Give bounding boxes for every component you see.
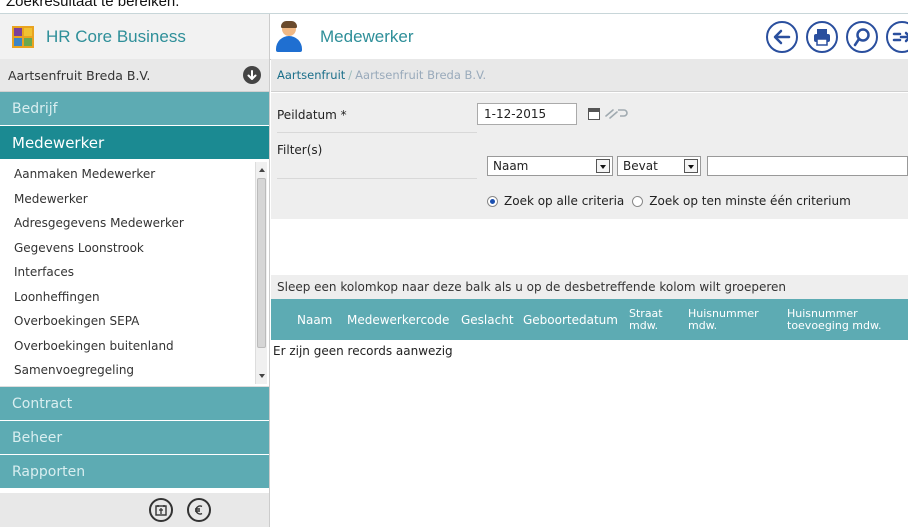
breadcrumb-link[interactable]: Aartsenfruit <box>277 68 345 82</box>
filter-label: Filter(s) <box>277 143 323 157</box>
chevron-down-icon[interactable] <box>684 159 698 173</box>
exit-icon[interactable] <box>886 20 908 53</box>
sidebar-item-overboekingen-buitenland[interactable]: Overboekingen buitenland <box>0 334 269 359</box>
sidebar: Aartsenfruit Breda B.V. Bedrijf Medewerk… <box>0 59 270 527</box>
sidebar-scrollbar[interactable] <box>255 162 267 384</box>
filter-field-value: Naam <box>493 159 529 173</box>
salary-icon[interactable] <box>148 498 173 522</box>
employee-avatar-icon <box>276 20 302 52</box>
company-selector[interactable]: Aartsenfruit Breda B.V. <box>0 59 269 92</box>
peildatum-label: Peildatum * <box>277 108 347 122</box>
filter-panel: Peildatum * 1-12-2015 Filter(s) Naam Bev… <box>271 93 908 219</box>
filter-operator-select[interactable]: Bevat <box>617 156 701 176</box>
sidebar-item-interfaces[interactable]: Interfaces <box>0 260 269 285</box>
sidebar-section-medewerker[interactable]: Medewerker <box>0 126 269 160</box>
chevron-down-icon[interactable] <box>596 159 610 173</box>
filter-field-select[interactable]: Naam <box>487 156 613 176</box>
sidebar-footer <box>0 493 269 527</box>
app-title: HR Core Business <box>46 26 186 46</box>
field-divider <box>277 132 477 133</box>
company-name: Aartsenfruit Breda B.V. <box>8 67 151 83</box>
column-naam[interactable]: Naam <box>297 299 332 340</box>
breadcrumb-current: Aartsenfruit Breda B.V. <box>355 68 487 82</box>
search-icon[interactable] <box>846 20 878 53</box>
scroll-down-icon[interactable] <box>259 374 265 378</box>
sidebar-section-beheer[interactable]: Beheer <box>0 421 269 455</box>
group-by-bar[interactable]: Sleep een kolomkop naar deze balk als u … <box>271 275 908 299</box>
radio-all-label[interactable]: Zoek op alle criteria <box>504 194 624 208</box>
sidebar-item-aanmaken-medewerker[interactable]: Aanmaken Medewerker <box>0 162 269 187</box>
radio-one-label[interactable]: Zoek op ten minste één criterium <box>649 194 850 208</box>
chevron-down-icon[interactable] <box>243 66 261 84</box>
link-icon[interactable] <box>604 107 630 122</box>
printer-icon[interactable] <box>806 20 838 53</box>
search-mode-radios: Zoek op alle criteria Zoek op ten minste… <box>487 194 851 208</box>
radio-one-criterion[interactable] <box>632 195 644 207</box>
main-content: Aartsenfruit / Aartsenfruit Breda B.V. P… <box>271 59 908 527</box>
sidebar-item-overboekingen-sepa[interactable]: Overboekingen SEPA <box>0 309 269 334</box>
scroll-up-icon[interactable] <box>259 168 265 172</box>
calendar-icon[interactable] <box>588 108 600 120</box>
sidebar-item-list: Aanmaken Medewerker Medewerker Adresgege… <box>0 160 269 383</box>
filter-value-input[interactable] <box>707 156 908 176</box>
column-medewerkercode[interactable]: Medewerkercode <box>347 299 449 340</box>
column-huisnummer-toevoeging[interactable]: Huisnummer toevoeging mdw. <box>787 299 882 340</box>
app-logo-icon <box>12 25 34 48</box>
toolbar <box>766 20 908 53</box>
column-geboortedatum[interactable]: Geboortedatum <box>523 299 618 340</box>
sidebar-item-samenvoegregeling[interactable]: Samenvoegregeling <box>0 358 269 383</box>
peildatum-input[interactable]: 1-12-2015 <box>477 103 577 125</box>
breadcrumb: Aartsenfruit / Aartsenfruit Breda B.V. <box>271 59 908 92</box>
radio-all-criteria[interactable] <box>487 195 498 207</box>
column-straat[interactable]: Straat mdw. <box>629 299 663 340</box>
sidebar-section-contract[interactable]: Contract <box>0 387 269 421</box>
app-header: HR Core Business Medewerker <box>0 13 908 60</box>
empty-state-text: Er zijn geen records aanwezig <box>273 344 453 358</box>
breadcrumb-separator: / <box>348 68 353 82</box>
sidebar-item-loonheffingen[interactable]: Loonheffingen <box>0 285 269 310</box>
back-arrow-icon[interactable] <box>766 20 798 53</box>
top-caption: Zoekresultaat te bereiken. <box>6 0 180 10</box>
app-brand[interactable]: HR Core Business <box>0 14 270 60</box>
currency-icon[interactable] <box>186 498 211 522</box>
page-title: Medewerker <box>320 26 414 46</box>
sidebar-section-rapporten[interactable]: Rapporten <box>0 455 269 489</box>
sidebar-item-loonstrook[interactable]: Gegevens Loonstrook <box>0 236 269 261</box>
page-header: Medewerker <box>270 14 908 60</box>
grid-header: Naam Medewerkercode Geslacht Geboortedat… <box>271 299 908 340</box>
column-huisnummer[interactable]: Huisnummer mdw. <box>688 299 759 340</box>
scrollbar-thumb[interactable] <box>257 178 266 348</box>
field-divider-2 <box>277 178 477 179</box>
sidebar-submenu: Aanmaken Medewerker Medewerker Adresgege… <box>0 160 269 387</box>
filter-operator-value: Bevat <box>623 159 658 173</box>
column-geslacht[interactable]: Geslacht <box>461 299 514 340</box>
sidebar-item-adresgegevens[interactable]: Adresgegevens Medewerker <box>0 211 269 236</box>
sidebar-section-bedrijf[interactable]: Bedrijf <box>0 92 269 126</box>
sidebar-item-medewerker[interactable]: Medewerker <box>0 187 269 212</box>
